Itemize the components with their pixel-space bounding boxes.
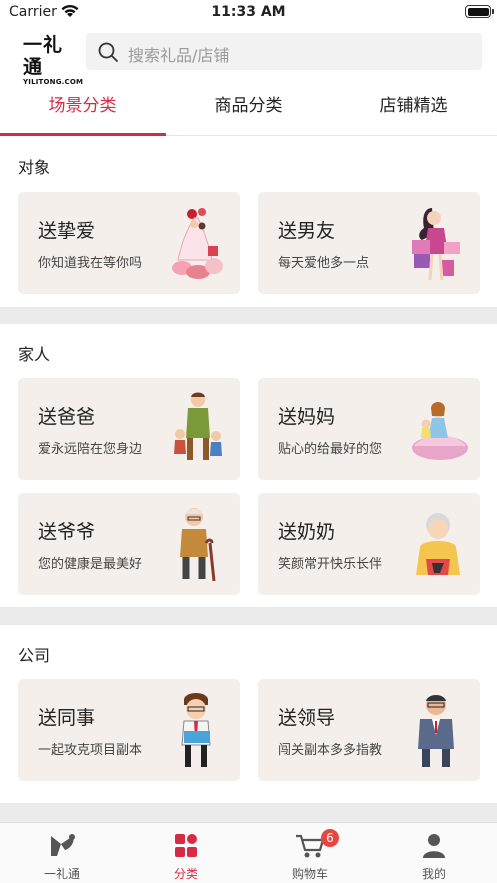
tabbar-cart[interactable]: 6 购物车: [248, 823, 372, 883]
card-boss[interactable]: 送领导 闯关副本多多指教: [258, 679, 480, 781]
card-title: 送妈妈: [278, 406, 336, 428]
section-title: 对象: [18, 158, 51, 177]
section-family: 家人 送爸爸 爱永远陪在您身边 送妈妈 贴心的给最好的您 送爷爷 您的健康是最美…: [0, 324, 497, 607]
card-subtitle: 闯关副本多多指教: [278, 743, 383, 758]
tabbar-profile[interactable]: 我的: [372, 823, 496, 883]
tab-label: 商品分类: [214, 96, 283, 116]
card-subtitle: 您的健康是最美好: [38, 557, 143, 572]
girl-with-gifts-illustration: [412, 208, 460, 281]
card-title: 送领导: [278, 707, 336, 729]
card-subtitle: 笑颜常开快乐长伴: [278, 557, 383, 572]
grandpa-with-cane-illustration: [180, 508, 216, 582]
card-subtitle: 贴心的给最好的您: [278, 442, 383, 457]
category-tabs: 场景分类 商品分类 店铺精选: [0, 78, 497, 136]
card-title: 送爸爸: [38, 406, 96, 428]
tabbar-category[interactable]: 分类: [124, 823, 248, 883]
status-bar: Carrier 11:33 AM: [0, 0, 497, 26]
card-title: 送挚爱: [38, 220, 96, 242]
grandma-illustration: [416, 513, 460, 575]
tab-shops[interactable]: 店铺精选: [331, 78, 496, 135]
tab-label: 场景分类: [48, 96, 117, 116]
section-title: 公司: [18, 646, 51, 665]
card-subtitle: 你知道我在等你吗: [38, 256, 143, 271]
tabbar-label: 我的: [421, 867, 446, 881]
section-recipient: 对象 送挚爱 你知道我在等你吗 送男友 每天爱他多一点: [0, 137, 497, 307]
card-title: 送爷爷: [38, 521, 96, 543]
card-title: 送同事: [38, 707, 96, 729]
profile-icon: [423, 834, 445, 858]
search-placeholder: 搜索礼品/店铺: [128, 46, 230, 65]
card-mom[interactable]: 送妈妈 贴心的给最好的您: [258, 378, 480, 480]
card-subtitle: 一起攻克项目副本: [38, 743, 143, 758]
search-header: 一礼通 YILITONG.COM 搜索礼品/店铺: [0, 30, 497, 86]
scene-list[interactable]: 对象 送挚爱 你知道我在等你吗 送男友 每天爱他多一点 家人 送爸爸 爱永远陪在…: [0, 137, 497, 822]
tabbar-home[interactable]: 一礼通: [0, 823, 124, 883]
tabbar-label: 购物车: [291, 867, 328, 881]
card-grandpa[interactable]: 送爷爷 您的健康是最美好: [18, 493, 240, 595]
app-logo[interactable]: 一礼通 YILITONG.COM: [23, 34, 83, 86]
card-title: 送男友: [278, 220, 336, 242]
tabbar-label: 一礼通: [43, 867, 80, 881]
clock: 11:33 AM: [211, 4, 286, 20]
tabbar-label: 分类: [173, 867, 198, 881]
bottom-tab-bar: 一礼通 分类 6 购物车 我的: [0, 822, 497, 883]
card-colleague[interactable]: 送同事 一起攻克项目副本: [18, 679, 240, 781]
card-lover[interactable]: 送挚爱 你知道我在等你吗: [18, 192, 240, 294]
card-boyfriend[interactable]: 送男友 每天爱他多一点: [258, 192, 480, 294]
section-title: 家人: [18, 345, 51, 364]
logo-text: 一礼通: [23, 34, 64, 78]
category-icon: [175, 834, 197, 857]
tab-label: 店铺精选: [379, 96, 448, 116]
card-subtitle: 爱永远陪在您身边: [38, 442, 143, 457]
boss-illustration: [418, 695, 454, 767]
card-subtitle: 每天爱他多一点: [278, 256, 370, 271]
tab-product[interactable]: 商品分类: [166, 78, 331, 135]
lovers-gift-illustration: [172, 208, 223, 279]
card-dad[interactable]: 送爸爸 爱永远陪在您身边: [18, 378, 240, 480]
mother-with-child-illustration: [412, 402, 468, 460]
cart-count-badge: 6: [321, 829, 339, 847]
card-title: 送奶奶: [278, 521, 336, 543]
colleague-illustration: [181, 693, 211, 767]
tab-active-indicator: [0, 133, 166, 136]
home-logo-icon: [51, 834, 75, 856]
search-icon: [97, 41, 119, 67]
search-input[interactable]: 搜索礼品/店铺: [86, 33, 482, 70]
father-with-kids-illustration: [174, 392, 222, 460]
card-grandma[interactable]: 送奶奶 笑颜常开快乐长伴: [258, 493, 480, 595]
tab-scene[interactable]: 场景分类: [0, 78, 166, 136]
battery-icon: [465, 5, 494, 18]
section-company: 公司 送同事 一起攻克项目副本 送领导 闯关副本多多指教: [0, 625, 497, 803]
